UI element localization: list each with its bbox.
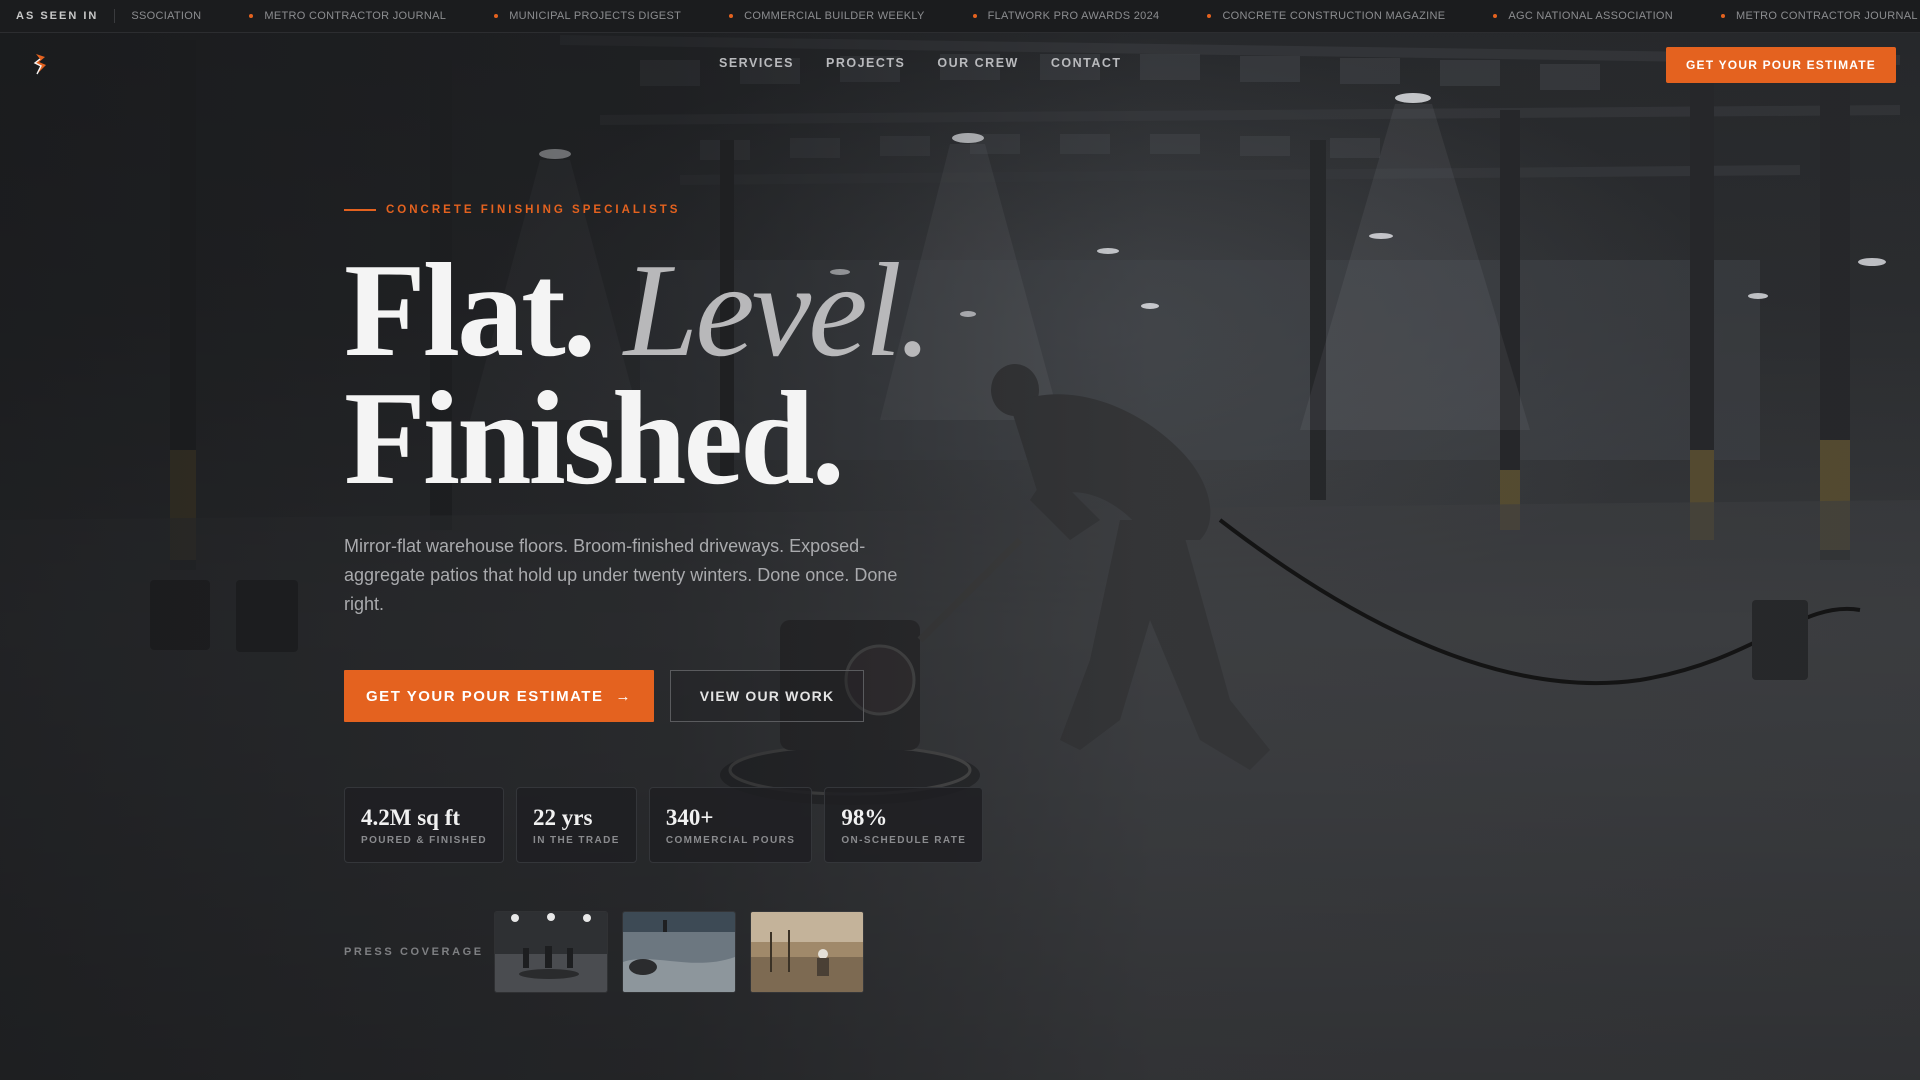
- hero-content: CONCRETE FINISHING SPECIALISTS Flat. Lev…: [344, 200, 1044, 992]
- stats-row: 4.2M sq ft POURED & FINISHED 22 yrs IN T…: [344, 787, 1044, 863]
- stat-value: 98%: [841, 804, 888, 830]
- eyebrow-text: CONCRETE FINISHING SPECIALISTS: [386, 204, 681, 216]
- trowel-flame-logo-icon[interactable]: [32, 52, 50, 76]
- nav-links: SERVICES PROJECTS OUR CREW CONTACT: [719, 56, 1154, 70]
- main-nav: SERVICES PROJECTS OUR CREW CONTACT GET Y…: [0, 32, 1920, 96]
- nav-estimate-button[interactable]: GET YOUR POUR ESTIMATE: [1666, 47, 1896, 83]
- stat-card: 98% ON-SCHEDULE RATE: [824, 787, 984, 863]
- stat-label: IN THE TRADE: [533, 834, 620, 846]
- nav-link-contact[interactable]: CONTACT: [1051, 56, 1122, 70]
- hero-cta-row: GET YOUR POUR ESTIMATE → VIEW OUR WORK: [344, 670, 1044, 722]
- press-thumbnail-site-surveyor[interactable]: [751, 912, 863, 992]
- headline-flat: Flat.: [344, 236, 596, 384]
- headline-finished: Finished.: [344, 364, 845, 512]
- hero-headline: Flat. Level. Finished.: [344, 243, 1044, 505]
- ticker-item: AGC NATIONAL ASSOCIATION: [1445, 10, 1673, 22]
- press-label: PRESS COVERAGE: [344, 946, 484, 958]
- stat-label: ON-SCHEDULE RATE: [841, 834, 967, 846]
- stat-card: 22 yrs IN THE TRADE: [516, 787, 637, 863]
- ticker-item: COMMERCIAL BUILDER WEEKLY: [681, 10, 924, 22]
- ticker-item: METRO CONTRACTOR JOURNAL: [201, 10, 446, 22]
- stat-label: POURED & FINISHED: [361, 834, 488, 846]
- headline-level: Level.: [623, 236, 933, 384]
- stat-value: 4.2M sq ft: [361, 804, 461, 830]
- ticker-label: AS SEEN IN: [0, 9, 116, 23]
- hero-description: Mirror-flat warehouse floors. Broom-fini…: [344, 536, 898, 614]
- press-thumbnail-polished-slab[interactable]: [623, 912, 735, 992]
- get-estimate-button[interactable]: GET YOUR POUR ESTIMATE →: [344, 670, 654, 722]
- eyebrow-divider: [344, 209, 376, 211]
- ticker-item: FLATWORK PRO AWARDS 2024: [925, 10, 1160, 22]
- stat-card: 340+ COMMERCIAL POURS: [648, 787, 813, 863]
- ticker-item: CONCRETE CONSTRUCTION MAGAZINE: [1159, 10, 1445, 22]
- nav-link-projects[interactable]: PROJECTS: [826, 56, 905, 70]
- get-estimate-label: GET YOUR POUR ESTIMATE: [366, 687, 604, 705]
- stat-label: COMMERCIAL POURS: [665, 834, 796, 846]
- nav-link-services[interactable]: SERVICES: [719, 56, 794, 70]
- stat-value: 340+: [665, 804, 714, 830]
- ticker-item: SSOCIATION: [131, 10, 202, 22]
- press-coverage: PRESS COVERAGE: [344, 912, 1044, 992]
- press-thumbnail-crew-finishing[interactable]: [495, 912, 607, 992]
- ticker-item: MUNICIPAL PROJECTS DIGEST: [446, 10, 681, 22]
- as-seen-in-ticker: AS SEEN IN SSOCIATION METRO CONTRACTOR J…: [0, 0, 1920, 33]
- stat-card: 4.2M sq ft POURED & FINISHED: [344, 787, 505, 863]
- hero-eyebrow: CONCRETE FINISHING SPECIALISTS: [344, 200, 1044, 220]
- arrow-right-icon: →: [615, 687, 632, 705]
- view-our-work-button[interactable]: VIEW OUR WORK: [670, 670, 864, 722]
- ticker-track: SSOCIATION METRO CONTRACTOR JOURNAL MUNI…: [115, 10, 1917, 22]
- stat-value: 22 yrs: [533, 804, 593, 830]
- nav-link-our-crew[interactable]: OUR CREW: [937, 56, 1018, 70]
- ticker-item: METRO CONTRACTOR JOURNAL: [1673, 10, 1918, 22]
